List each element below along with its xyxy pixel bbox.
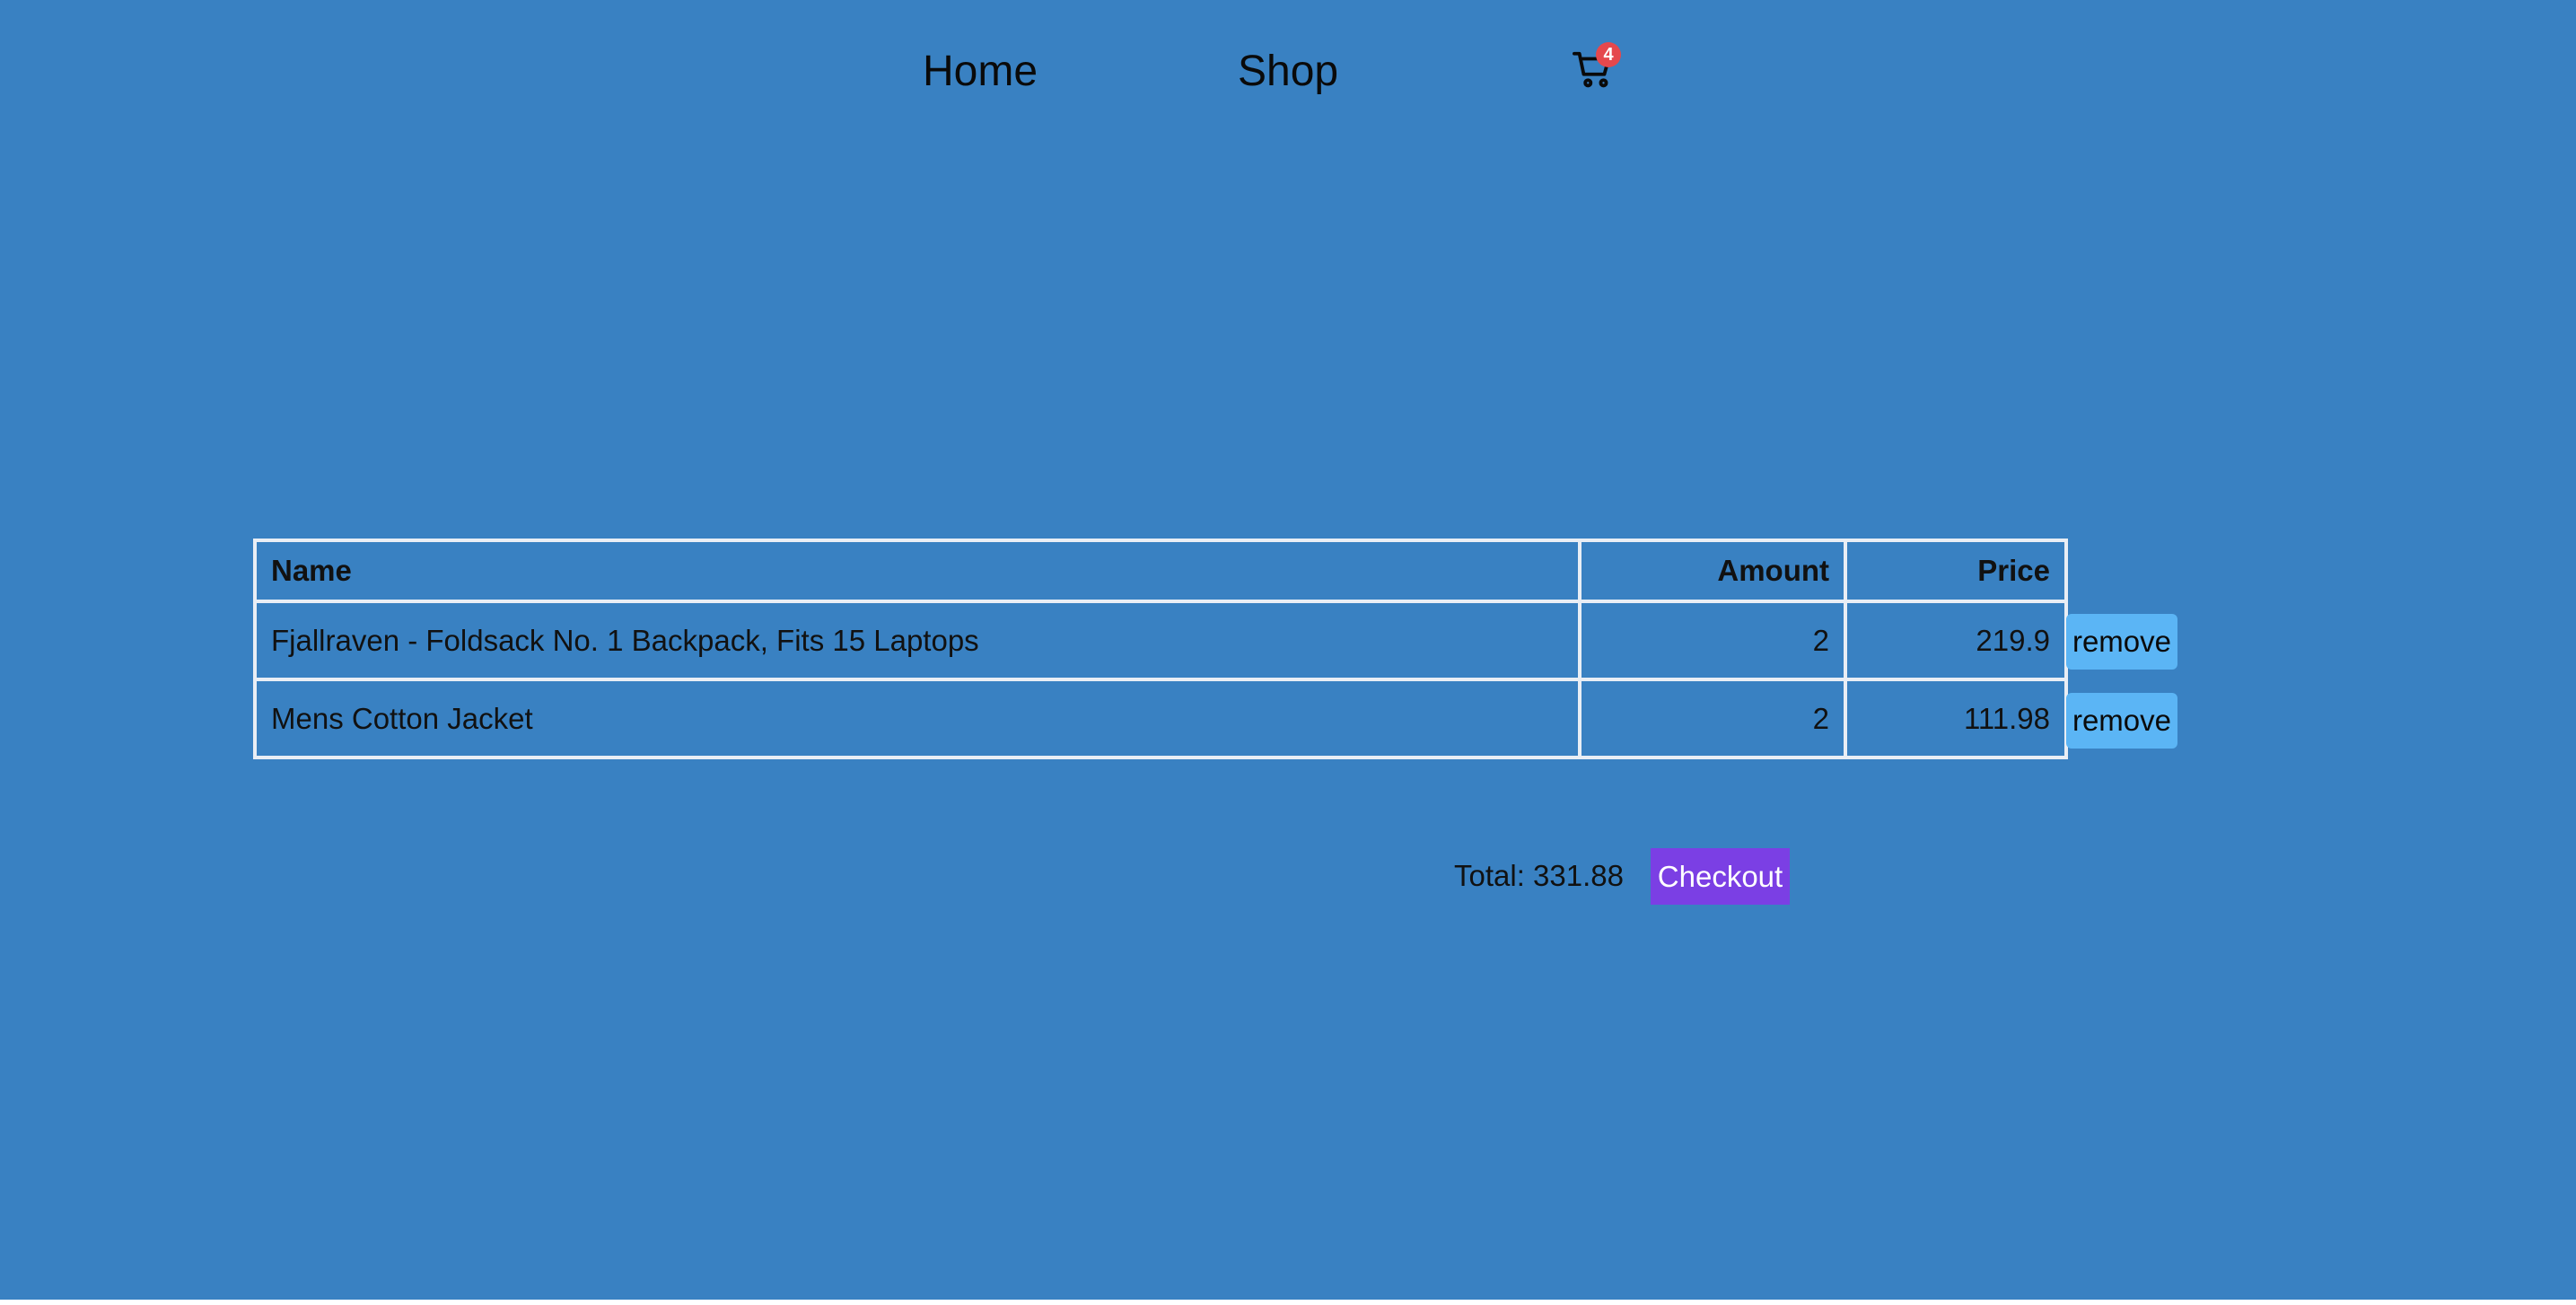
item-price-cell: 219.9 <box>1844 600 2068 681</box>
item-amount-cell: 2 <box>1578 600 1847 681</box>
table-header-row: Name Amount Price <box>253 539 2068 603</box>
name-column-header: Name <box>253 539 1582 603</box>
cart-table: Name Amount Price Fjallraven - Foldsack … <box>253 539 2068 759</box>
table-row: Fjallraven - Foldsack No. 1 Backpack, Fi… <box>253 600 2068 681</box>
table-row: Mens Cotton Jacket 2 111.98 <box>253 678 2068 759</box>
checkout-button[interactable]: Checkout <box>1651 848 1790 905</box>
cart-total: Total: 331.88 <box>1454 859 1624 892</box>
item-price-cell: 111.98 <box>1844 678 2068 759</box>
price-column-header: Price <box>1844 539 2068 603</box>
remove-item-button[interactable]: remove <box>2066 693 2177 749</box>
nav-home-link[interactable]: Home <box>923 47 1038 97</box>
remove-item-button[interactable]: remove <box>2066 614 2177 670</box>
cart-count-badge: 4 <box>1596 42 1621 67</box>
item-amount-cell: 2 <box>1578 678 1847 759</box>
item-name-cell: Fjallraven - Foldsack No. 1 Backpack, Fi… <box>253 600 1582 681</box>
amount-column-header: Amount <box>1578 539 1847 603</box>
cart-button[interactable]: 4 <box>1573 42 1621 93</box>
nav-shop-link[interactable]: Shop <box>1238 47 1338 97</box>
app-background: Home Shop 4 Name Amount Price Fjallraven <box>0 0 2576 1300</box>
item-name-cell: Mens Cotton Jacket <box>253 678 1582 759</box>
top-navigation: Home Shop 4 <box>0 0 2576 148</box>
